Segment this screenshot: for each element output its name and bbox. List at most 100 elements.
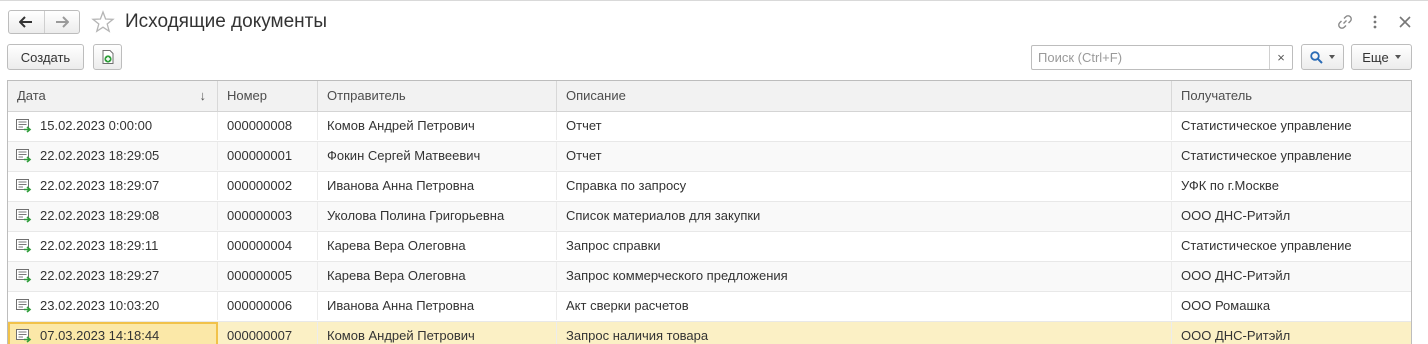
cell-description[interactable]: Акт сверки расчетов: [557, 292, 1172, 320]
cell-date[interactable]: 22.02.2023 18:29:05: [8, 142, 218, 170]
outgoing-document-icon: [16, 299, 32, 313]
cell-number[interactable]: 000000008: [218, 112, 318, 140]
cell-recipient[interactable]: ООО ДНС-Ритэйл: [1172, 262, 1411, 290]
cell-description[interactable]: Запрос коммерческого предложения: [557, 262, 1172, 290]
outgoing-document-icon: [16, 179, 32, 193]
table-body: 15.02.2023 0:00:00 000000008 Комов Андре…: [8, 112, 1411, 344]
cell-number[interactable]: 000000003: [218, 202, 318, 230]
column-header-number[interactable]: Номер: [218, 81, 318, 111]
cell-number[interactable]: 000000001: [218, 142, 318, 170]
cell-recipient[interactable]: Статистическое управление: [1172, 142, 1411, 170]
table-row[interactable]: 22.02.2023 18:29:07 000000002 Иванова Ан…: [8, 172, 1411, 202]
search-input[interactable]: [1032, 46, 1269, 69]
table-row[interactable]: 22.02.2023 18:29:08 000000003 Уколова По…: [8, 202, 1411, 232]
cell-date-text: 22.02.2023 18:29:27: [40, 268, 160, 283]
table-row[interactable]: 15.02.2023 0:00:00 000000008 Комов Андре…: [8, 112, 1411, 142]
cell-date-text: 22.02.2023 18:29:11: [40, 238, 159, 253]
kebab-menu-icon: [1373, 15, 1377, 29]
cell-sender[interactable]: Иванова Анна Петровна: [318, 292, 557, 320]
table-row[interactable]: 23.02.2023 10:03:20 000000006 Иванова Ан…: [8, 292, 1411, 322]
cell-date[interactable]: 22.02.2023 18:29:11: [8, 232, 218, 260]
outgoing-document-icon: [16, 119, 32, 133]
cell-date-text: 22.02.2023 18:29:07: [40, 178, 160, 193]
create-button[interactable]: Создать: [7, 44, 84, 70]
table-row[interactable]: 22.02.2023 18:29:05 000000001 Фокин Серг…: [8, 142, 1411, 172]
cell-date-text: 22.02.2023 18:29:05: [40, 148, 160, 163]
outgoing-document-icon: [16, 239, 32, 253]
outgoing-document-icon: [16, 269, 32, 283]
link-button[interactable]: [1336, 12, 1354, 32]
cell-number[interactable]: 000000006: [218, 292, 318, 320]
search-options-button[interactable]: [1301, 44, 1344, 70]
link-icon: [1338, 15, 1352, 29]
column-header-label: Дата: [17, 88, 46, 103]
search-icon: [1310, 50, 1323, 64]
table-row[interactable]: 22.02.2023 18:29:27 000000005 Карева Вер…: [8, 262, 1411, 292]
close-icon: [1399, 16, 1411, 28]
arrow-left-icon: [19, 16, 33, 28]
cell-date-text: 15.02.2023 0:00:00: [40, 118, 153, 133]
column-header-description[interactable]: Описание: [557, 81, 1172, 111]
more-actions-button[interactable]: [1366, 12, 1384, 32]
cell-date-text: 22.02.2023 18:29:08: [40, 208, 160, 223]
cell-recipient[interactable]: ООО Ромашка: [1172, 292, 1411, 320]
cell-date-text: 23.02.2023 10:03:20: [40, 298, 160, 313]
cell-description[interactable]: Запрос наличия товара: [557, 322, 1172, 344]
cell-date[interactable]: 15.02.2023 0:00:00: [8, 112, 218, 140]
cell-description[interactable]: Запрос справки: [557, 232, 1172, 260]
back-button[interactable]: [9, 11, 44, 33]
cell-number[interactable]: 000000005: [218, 262, 318, 290]
table-row[interactable]: 07.03.2023 14:18:44 000000007 Комов Андр…: [8, 322, 1411, 344]
outgoing-document-icon: [16, 209, 32, 223]
cell-description[interactable]: Список материалов для закупки: [557, 202, 1172, 230]
cell-sender[interactable]: Карева Вера Олеговна: [318, 262, 557, 290]
cell-sender[interactable]: Комов Андрей Петрович: [318, 112, 557, 140]
arrow-right-icon: [55, 16, 69, 28]
document-add-icon: [102, 50, 113, 64]
column-header-recipient[interactable]: Получатель: [1172, 81, 1411, 111]
table-header: Дата ↓ Номер Отправитель Описание Получа…: [8, 81, 1411, 112]
more-button-label: Еще: [1362, 49, 1389, 65]
cell-date[interactable]: 22.02.2023 18:29:27: [8, 262, 218, 290]
chevron-down-icon: [1329, 55, 1335, 59]
column-header-date[interactable]: Дата ↓: [8, 81, 218, 111]
close-button[interactable]: [1396, 12, 1414, 32]
forward-button[interactable]: [43, 11, 80, 33]
star-icon: [91, 10, 115, 33]
cell-description[interactable]: Отчет: [557, 142, 1172, 170]
cell-recipient[interactable]: Статистическое управление: [1172, 112, 1411, 140]
cell-recipient[interactable]: УФК по г.Москве: [1172, 172, 1411, 200]
documents-table: Дата ↓ Номер Отправитель Описание Получа…: [7, 80, 1412, 344]
cell-recipient[interactable]: ООО ДНС-Ритэйл: [1172, 322, 1411, 344]
cell-description[interactable]: Отчет: [557, 112, 1172, 140]
cell-date[interactable]: 23.02.2023 10:03:20: [8, 292, 218, 320]
cell-sender[interactable]: Комов Андрей Петрович: [318, 322, 557, 344]
cell-description[interactable]: Справка по запросу: [557, 172, 1172, 200]
cell-sender[interactable]: Фокин Сергей Матвеевич: [318, 142, 557, 170]
outgoing-document-icon: [16, 329, 32, 343]
favorite-star-button[interactable]: [91, 10, 115, 34]
cell-date[interactable]: 22.02.2023 18:29:07: [8, 172, 218, 200]
outgoing-document-icon: [16, 149, 32, 163]
cell-date-text: 07.03.2023 14:18:44: [40, 328, 160, 343]
navigation-buttons: [8, 10, 80, 34]
cell-date[interactable]: 22.02.2023 18:29:08: [8, 202, 218, 230]
top-border: [0, 0, 1428, 1]
chevron-down-icon: [1394, 55, 1401, 59]
more-button[interactable]: Еще: [1351, 44, 1412, 70]
cell-sender[interactable]: Иванова Анна Петровна: [318, 172, 557, 200]
create-by-copy-button[interactable]: [93, 44, 122, 70]
cell-recipient[interactable]: Статистическое управление: [1172, 232, 1411, 260]
cell-sender[interactable]: Уколова Полина Григорьевна: [318, 202, 557, 230]
column-header-sender[interactable]: Отправитель: [318, 81, 557, 111]
cell-number[interactable]: 000000007: [218, 322, 318, 344]
page-title: Исходящие документы: [125, 11, 328, 32]
cell-number[interactable]: 000000002: [218, 172, 318, 200]
cell-number[interactable]: 000000004: [218, 232, 318, 260]
cell-date[interactable]: 07.03.2023 14:18:44: [8, 322, 218, 344]
search-clear-button[interactable]: ×: [1269, 46, 1292, 69]
table-row[interactable]: 22.02.2023 18:29:11 000000004 Карева Вер…: [8, 232, 1411, 262]
cell-sender[interactable]: Карева Вера Олеговна: [318, 232, 557, 260]
cell-recipient[interactable]: ООО ДНС-Ритэйл: [1172, 202, 1411, 230]
search-field: ×: [1031, 45, 1293, 70]
